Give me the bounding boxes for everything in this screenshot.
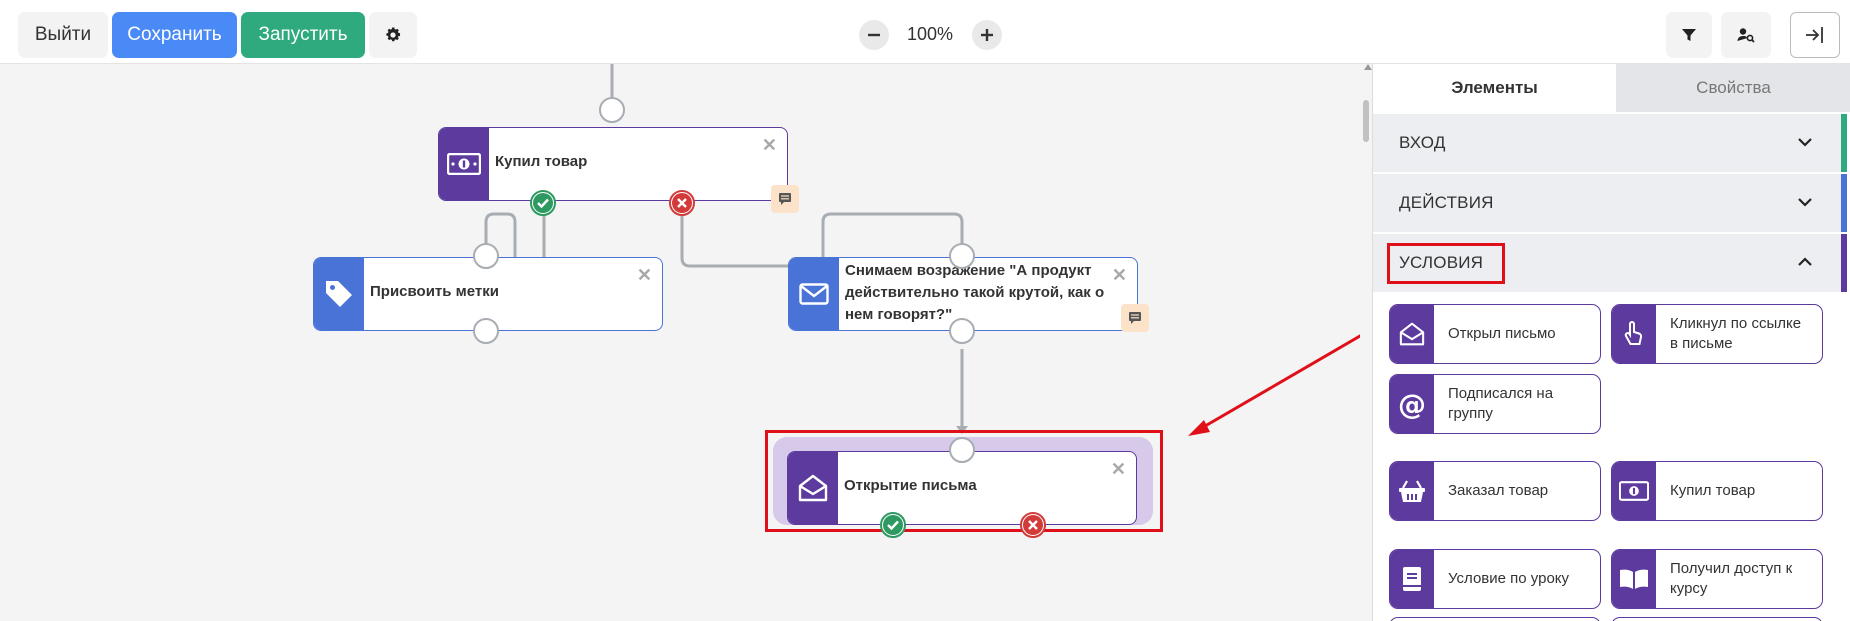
success-port[interactable] [530,190,556,216]
node-title: Открытие письма [844,477,977,494]
condition-card[interactable] [1389,617,1601,621]
output-port[interactable] [949,318,975,344]
section-accent [1841,234,1847,292]
card-label: Купил товар [1670,482,1756,499]
scroll-up-icon [1364,64,1372,70]
failure-port[interactable] [1020,512,1046,538]
chevron-up-icon [1798,257,1812,266]
cross-icon [1023,515,1043,535]
canvas-scrollbar[interactable] [1360,64,1372,621]
chevron-down-icon [1798,138,1812,147]
success-port[interactable] [880,512,906,538]
tag-icon [314,258,364,330]
input-port[interactable] [473,243,499,269]
envelope-open-icon [788,452,838,524]
zoom-level: 100% [906,24,954,44]
condition-card[interactable]: Получил доступ к курсу [1611,549,1823,609]
zoom-out-button[interactable] [859,20,889,50]
check-icon [883,515,903,535]
close-icon[interactable]: ✕ [762,136,777,154]
card-label: Получил доступ к курсу [1670,560,1793,597]
node-title: Снимаем возражение "А продукт действител… [845,262,1105,323]
at-sign-icon: @ [1390,375,1434,433]
collapse-panel-button[interactable] [1790,12,1840,58]
collapse-right-icon [1806,27,1823,43]
gear-icon [386,27,401,42]
close-icon[interactable]: ✕ [1111,460,1126,478]
condition-card[interactable]: Условие по уроку [1389,549,1601,609]
comment-icon[interactable] [1121,304,1149,332]
scrollbar-thumb[interactable] [1363,100,1369,142]
zoom-in-button[interactable] [972,20,1002,50]
filter-button[interactable] [1666,12,1712,58]
card-label: Открыл письмо [1448,325,1556,342]
card-label: Подписался на группу [1448,385,1554,422]
settings-button[interactable] [369,12,417,58]
book-icon [1390,550,1434,608]
envelope-open-icon [1390,305,1434,363]
conditions-highlight [1387,243,1505,284]
check-icon [533,193,553,213]
node-bought-product[interactable]: Купил товар ✕ [438,127,788,201]
input-port[interactable] [949,243,975,269]
minus-icon [868,33,880,37]
cross-icon [672,193,692,213]
section-accent [1841,114,1847,172]
condition-card[interactable]: @ Подписался на группу [1389,374,1601,434]
condition-card[interactable]: Кликнул по ссылке в письме [1611,304,1823,364]
tab-elements[interactable]: Элементы [1373,64,1616,112]
close-icon[interactable]: ✕ [637,266,652,284]
condition-card[interactable] [1611,617,1823,621]
chevron-down-icon [1798,198,1812,207]
condition-card[interactable]: Заказал товар [1389,461,1601,521]
pointer-hand-icon [1612,305,1656,363]
section-label: ДЕЙСТВИЯ [1399,193,1494,212]
toolbar: Выйти Сохранить Запустить 100% [0,0,1850,64]
section-actions[interactable]: ДЕЙСТВИЯ [1373,174,1847,232]
card-label: Кликнул по ссылке в письме [1670,315,1802,352]
condition-card[interactable]: Открыл письмо [1389,304,1601,364]
user-search-button[interactable] [1721,12,1771,58]
workflow-canvas[interactable]: Купил товар ✕ Присвоить метки ✕ Снимаем … [0,64,1372,621]
section-label: ВХОД [1399,133,1446,152]
section-accent [1841,174,1847,232]
filter-icon [1682,29,1696,41]
run-button[interactable]: Запустить [241,12,365,58]
money-icon [439,128,489,200]
section-entry[interactable]: ВХОД [1373,114,1847,172]
node-title: Купил товар [495,153,588,170]
tab-properties[interactable]: Свойства [1616,64,1850,112]
open-book-icon [1612,550,1656,608]
envelope-icon [789,258,839,330]
user-search-icon [1737,28,1755,43]
comment-icon[interactable] [771,185,799,213]
input-port[interactable] [949,437,975,463]
basket-icon [1390,462,1434,520]
save-button[interactable]: Сохранить [112,12,237,58]
condition-card[interactable]: Купил товар [1611,461,1823,521]
input-port[interactable] [599,97,625,123]
close-icon[interactable]: ✕ [1112,266,1127,284]
card-label: Условие по уроку [1448,570,1570,587]
failure-port[interactable] [669,190,695,216]
output-port[interactable] [473,318,499,344]
exit-button[interactable]: Выйти [18,12,108,58]
node-title: Присвоить метки [370,283,499,300]
plus-icon [981,29,993,41]
elements-panel: Элементы Свойства ВХОД ДЕЙСТВИЯ УСЛОВИЯ … [1372,64,1850,621]
money-icon [1612,462,1656,520]
card-label: Заказал товар [1448,482,1549,499]
